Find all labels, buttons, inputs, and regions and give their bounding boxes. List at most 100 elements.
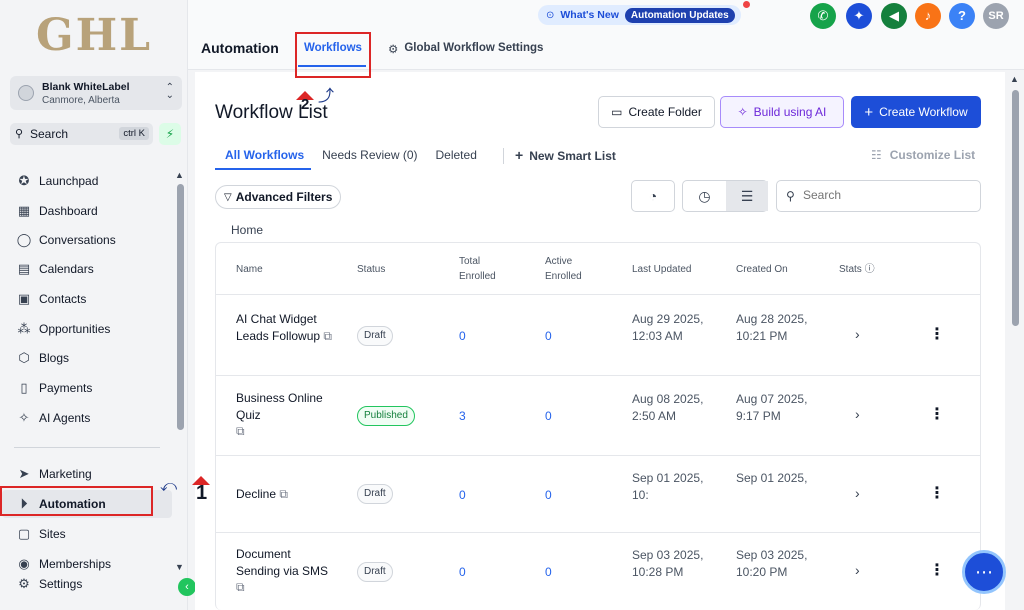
sidebar: GHL Blank WhiteLabel Canmore, Alberta ⌃ ⌄… xyxy=(0,0,196,610)
sidebar-item-ai-agents[interactable]: ✧ AI Agents xyxy=(16,408,91,428)
whats-new-pill[interactable]: ⊙ What's New Automation Updates xyxy=(538,5,741,25)
grid-icon: ▦ xyxy=(17,203,31,218)
sidebar-item-payments[interactable]: ▯ Payments xyxy=(16,378,92,398)
table-row[interactable]: Document Sending via SMS ⧉ Draft 0 0 Sep… xyxy=(216,533,980,610)
chevron-right-icon[interactable]: › xyxy=(855,326,860,342)
contact-card-icon: ▣ xyxy=(17,291,31,306)
gear-icon: ⚙ xyxy=(18,576,30,591)
history-button[interactable]: ◔ xyxy=(631,180,675,212)
user-avatar[interactable]: SR xyxy=(983,3,1009,29)
sidebar-item-sites[interactable]: ▢ Sites xyxy=(16,524,66,544)
sidebar-item-calendars[interactable]: ▤ Calendars xyxy=(16,259,94,279)
automation-updates-badge[interactable]: Automation Updates xyxy=(624,7,735,23)
active-enrolled-value[interactable]: 0 xyxy=(545,328,552,345)
kebab-menu-icon[interactable]: ⋮ xyxy=(929,404,945,424)
breadcrumb[interactable]: Home xyxy=(231,223,263,237)
build-using-ai-button[interactable]: ✧ Build using AI xyxy=(720,96,844,128)
active-enrolled-value[interactable]: 0 xyxy=(545,564,552,581)
col-status[interactable]: Status xyxy=(357,262,385,277)
annotation-highlight-workflows xyxy=(295,32,371,78)
kebab-menu-icon[interactable]: ⋮ xyxy=(929,483,945,503)
kebab-menu-icon[interactable]: ⋮ xyxy=(929,560,945,580)
clock-icon[interactable]: ◷ xyxy=(683,181,726,211)
sidebar-scrollbar[interactable] xyxy=(177,184,184,430)
workflow-name[interactable]: Decline ⧉ xyxy=(236,486,336,503)
col-name[interactable]: Name xyxy=(236,262,263,277)
table-row[interactable]: AI Chat Widget Leads Followup ⧉ Draft 0 … xyxy=(216,296,980,376)
chevron-right-icon[interactable]: › xyxy=(855,485,860,501)
tab-global-workflow-settings[interactable]: ⚙ Global Workflow Settings xyxy=(388,42,543,56)
megaphone-icon[interactable]: ◀ xyxy=(881,3,907,29)
list-view-icon[interactable]: ☰ xyxy=(726,181,768,211)
sidebar-item-dashboard[interactable]: ▦ Dashboard xyxy=(16,201,98,221)
sidebar-search-label: Search xyxy=(30,127,69,141)
customize-list-button[interactable]: ☷ Customize List xyxy=(871,148,975,162)
account-location: Canmore, Alberta xyxy=(42,95,120,106)
table-header: Name Status Total Enrolled Active Enroll… xyxy=(216,243,980,295)
col-active-enrolled[interactable]: Active Enrolled xyxy=(545,254,595,284)
col-stats[interactable]: Stats ⓘ xyxy=(839,262,875,277)
workflow-name[interactable]: Document Sending via SMS ⧉ xyxy=(236,546,336,596)
annotation-arrow-icon: ⤺ xyxy=(160,478,178,495)
create-workflow-button[interactable]: + Create Workflow xyxy=(851,96,981,128)
ai-sparkle-icon[interactable]: ✦ xyxy=(846,3,872,29)
table-row[interactable]: Business Online Quiz ⧉ Published 3 0 Aug … xyxy=(216,376,980,456)
main-scrollbar[interactable] xyxy=(1012,90,1019,326)
sidebar-item-label: Conversations xyxy=(39,233,116,247)
sidebar-item-opportunities[interactable]: ⁂ Opportunities xyxy=(16,319,111,339)
total-enrolled-value[interactable]: 0 xyxy=(459,328,466,345)
brand-logo[interactable]: GHL xyxy=(36,10,152,61)
location-avatar-icon xyxy=(18,85,34,101)
sidebar-item-launchpad[interactable]: ✪ Launchpad xyxy=(16,171,99,191)
total-enrolled-value[interactable]: 0 xyxy=(459,487,466,504)
total-enrolled-value[interactable]: 0 xyxy=(459,564,466,581)
workflow-name[interactable]: AI Chat Widget Leads Followup ⧉ xyxy=(236,311,336,344)
kebab-menu-icon[interactable]: ⋮ xyxy=(929,324,945,344)
total-enrolled-value[interactable]: 3 xyxy=(459,408,466,425)
external-link-icon[interactable]: ⧉ xyxy=(236,424,245,438)
chevron-right-icon[interactable]: › xyxy=(855,562,860,578)
active-enrolled-value[interactable]: 0 xyxy=(545,408,552,425)
phone-icon[interactable]: ✆ xyxy=(810,3,836,29)
external-link-icon[interactable]: ⧉ xyxy=(279,487,288,501)
sidebar-item-blogs[interactable]: ⬡ Blogs xyxy=(16,348,69,368)
chevron-updown-icon: ⌃ ⌄ xyxy=(165,82,174,101)
help-icon[interactable]: ? xyxy=(949,3,975,29)
col-last-updated[interactable]: Last Updated xyxy=(632,262,692,277)
external-link-icon[interactable]: ⧉ xyxy=(236,580,245,594)
bell-icon[interactable]: ♪ xyxy=(915,3,941,29)
search-icon: ⚲ xyxy=(15,128,24,140)
chat-support-button[interactable]: ⋯ xyxy=(962,550,1006,594)
sidebar-item-conversations[interactable]: ◯ Conversations xyxy=(16,230,116,250)
sidebar-item-settings[interactable]: ⚙ Settings xyxy=(16,574,82,594)
subtab-deleted[interactable]: Deleted xyxy=(436,148,477,162)
subtab-all-workflows[interactable]: All Workflows xyxy=(225,148,304,162)
filter-icon: ▽ xyxy=(224,191,232,203)
sidebar-scroll-down-icon[interactable]: ▼ xyxy=(175,562,184,572)
button-label: New Smart List xyxy=(529,149,616,163)
quick-actions-bolt-icon[interactable]: ⚡ xyxy=(159,123,181,145)
create-folder-button[interactable]: ▭ Create Folder xyxy=(598,96,715,128)
sidebar-scroll-up-icon[interactable]: ▲ xyxy=(175,170,184,180)
new-smart-list-button[interactable]: + New Smart List xyxy=(515,147,616,163)
table-row[interactable]: Decline ⧉ Draft 0 0 Sep 01 2025, 10: Sep… xyxy=(216,456,980,533)
col-total-enrolled[interactable]: Total Enrolled xyxy=(459,254,509,284)
chevron-right-icon[interactable]: › xyxy=(855,406,860,422)
subtab-needs-review[interactable]: Needs Review (0) xyxy=(322,148,417,162)
workflow-name[interactable]: Business Online Quiz ⧉ xyxy=(236,390,336,440)
whats-new-label: What's New xyxy=(560,9,619,21)
sidebar-item-contacts[interactable]: ▣ Contacts xyxy=(16,289,87,309)
collapse-sidebar-button[interactable]: ‹ xyxy=(178,578,196,596)
sidebar-search[interactable]: ⚲ Search ctrl K xyxy=(10,123,153,145)
browser-icon: ▢ xyxy=(17,526,31,541)
main-scroll-up-icon[interactable]: ▲ xyxy=(1010,74,1019,84)
sidebar-item-memberships[interactable]: ◉ Memberships xyxy=(16,554,111,574)
sidebar-item-marketing[interactable]: ➤ Marketing xyxy=(16,464,92,484)
search-shortcut: ctrl K xyxy=(119,127,149,140)
account-switcher[interactable]: Blank WhiteLabel Canmore, Alberta ⌃ ⌄ xyxy=(10,76,182,110)
search-input[interactable] xyxy=(803,188,973,202)
active-enrolled-value[interactable]: 0 xyxy=(545,487,552,504)
external-link-icon[interactable]: ⧉ xyxy=(323,329,332,343)
col-created-on[interactable]: Created On xyxy=(736,262,788,277)
advanced-filters-button[interactable]: ▽ Advanced Filters xyxy=(215,185,342,209)
